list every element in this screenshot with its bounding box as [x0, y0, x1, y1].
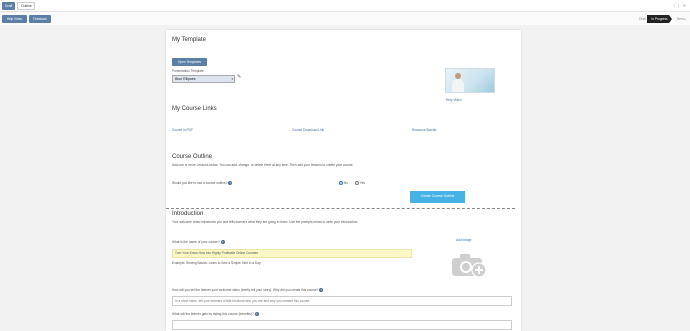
no-label: No	[343, 181, 348, 185]
welcome-video-input[interactable]: In a short video, tell your learners a l…	[172, 296, 512, 306]
outline-question-text: Would you like to use a course outline?	[172, 181, 228, 185]
resource-bundle-link[interactable]: Resource Bundle	[412, 128, 436, 132]
create-course-outline-button[interactable]: Create Course Outline	[410, 191, 465, 203]
feedback-button[interactable]: Feedback	[29, 15, 51, 23]
status-next[interactable]: Next ▸	[677, 15, 686, 23]
course-editor-panel: My Template Open Templates Presentation …	[166, 30, 521, 331]
question-icon[interactable]: ?	[220, 240, 225, 245]
section-divider	[166, 208, 515, 209]
course-name-hint: Example: Sewing Basics: Learn to Sew a S…	[172, 261, 261, 265]
introduction-heading: Introduction	[172, 211, 204, 217]
template-select-value: Blue Ellipses	[175, 77, 196, 81]
window-icon[interactable]: ⟨ ⟩ ✕	[673, 2, 687, 10]
question-icon[interactable]: ?	[319, 288, 324, 293]
open-templates-button[interactable]: Open Templates	[172, 58, 207, 66]
presenter-image	[452, 72, 464, 92]
introduction-description: Your welcome video introduces you and te…	[172, 220, 359, 224]
course-name-label-text: What is the name of your course?	[172, 240, 220, 244]
template-heading: My Template	[172, 37, 206, 43]
edit-icon[interactable]: ✎	[237, 74, 241, 80]
chevron-down-icon: ▾	[231, 77, 233, 81]
toolbar: Help Video Feedback Draft In Progress Ne…	[0, 12, 690, 25]
no-radio[interactable]	[339, 181, 343, 186]
course-links-heading: My Course Links	[172, 106, 217, 112]
add-image-link[interactable]: Add Image	[456, 238, 471, 242]
benefit-label-text: What will the learner gain by taking thi…	[172, 312, 254, 316]
template-select[interactable]: Blue Ellipses ▾	[172, 75, 235, 83]
top-bar: Draft Outline ⟨ ⟩ ✕	[0, 0, 690, 12]
outline-heading: Course Outline	[172, 154, 213, 160]
help-video-button[interactable]: Help Video	[2, 15, 27, 23]
welcome-video-label: How will you tell the learner your welco…	[172, 288, 492, 293]
status-in-progress[interactable]: In Progress	[647, 15, 672, 23]
help-video-link[interactable]: Help Video	[446, 98, 462, 102]
question-icon[interactable]: ?	[254, 312, 259, 317]
yes-radio[interactable]	[355, 181, 359, 186]
outline-description: Add one or more Lessons below. You can a…	[172, 163, 354, 167]
outline-question: Would you like to use a course outline? …	[172, 181, 233, 186]
course-name-label: What is the name of your course? ?	[172, 240, 225, 245]
course-download-link[interactable]: Course Download Link	[292, 128, 324, 132]
help-video-thumbnail[interactable]	[445, 68, 495, 93]
course-name-input[interactable]: Turn Your Know-How into Highly Profitabl…	[172, 249, 412, 258]
status-draft[interactable]: Draft	[639, 15, 646, 23]
tab-outline[interactable]: Outline	[17, 2, 35, 10]
presentation-template-label: Presentation Template	[172, 69, 204, 73]
benefit-input[interactable]	[172, 320, 512, 330]
yes-label: Yes	[359, 181, 366, 185]
camera-add-icon[interactable]	[451, 252, 489, 278]
course-pdf-link[interactable]: Course in PDF	[172, 128, 193, 132]
outline-no-option[interactable]: No	[339, 181, 348, 186]
tab-draft[interactable]: Draft	[2, 2, 15, 10]
question-icon[interactable]: ?	[228, 181, 233, 186]
outline-yes-option[interactable]: Yes	[355, 181, 366, 186]
benefit-label: What will the learner gain by taking thi…	[172, 312, 259, 317]
welcome-video-label-text: How will you tell the learner your welco…	[172, 288, 319, 292]
